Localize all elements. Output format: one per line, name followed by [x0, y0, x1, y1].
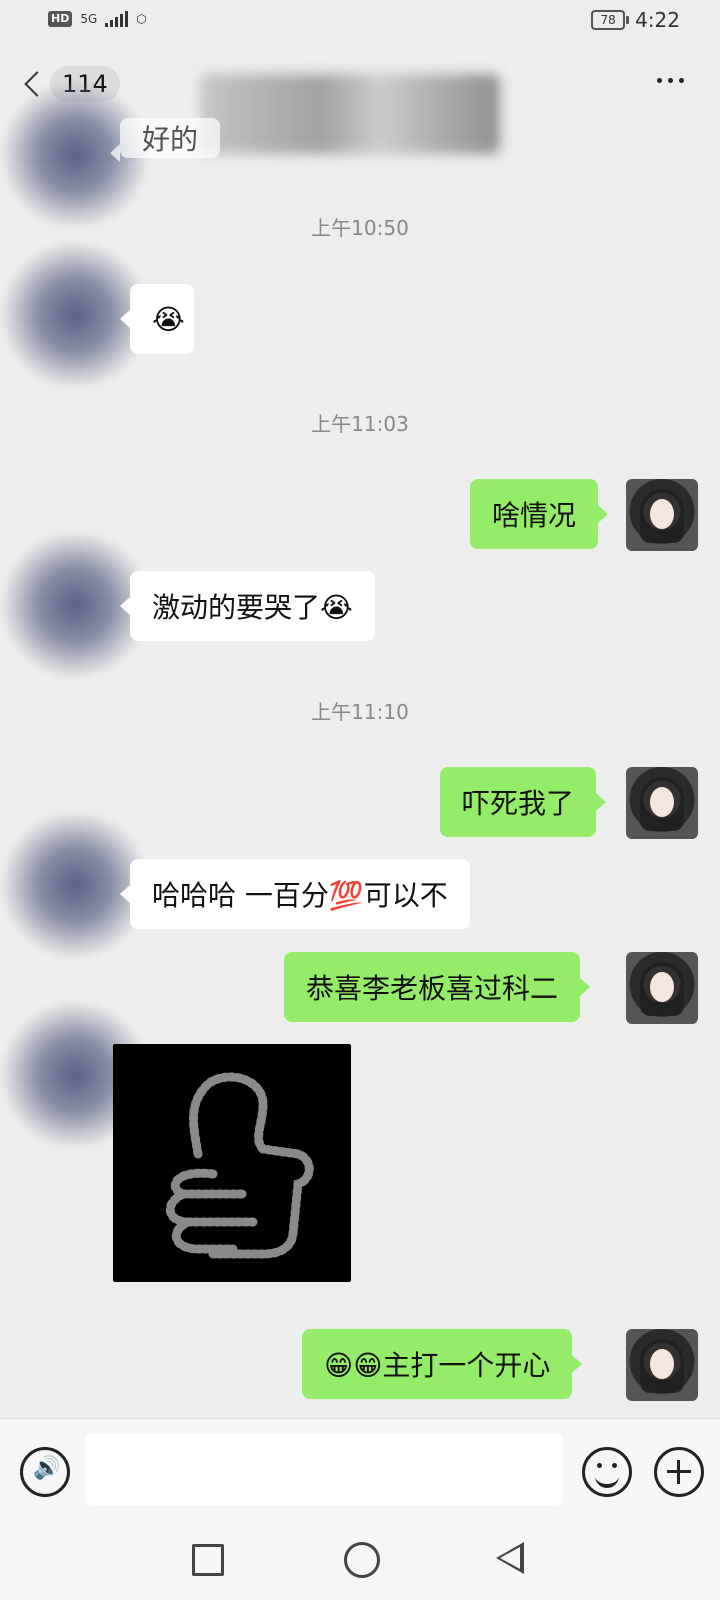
- more-functions-button[interactable]: [654, 1447, 704, 1497]
- smiley-eye: [612, 1463, 617, 1468]
- my-avatar[interactable]: [626, 1329, 698, 1401]
- hotspot-icon: ⬡: [136, 12, 147, 26]
- message-in[interactable]: 激动的要哭了😭: [120, 571, 375, 641]
- thumbs-up-icon: [166, 1072, 314, 1259]
- message-in-partial[interactable]: 好的: [109, 118, 221, 162]
- home-button[interactable]: [344, 1542, 380, 1578]
- battery-level: 78: [600, 13, 616, 27]
- recent-apps-button[interactable]: [192, 1544, 224, 1576]
- status-left: HD 5G ⬡: [48, 11, 147, 27]
- crying-emoji-icon: 😭: [152, 302, 185, 336]
- signal-icon: [105, 11, 129, 27]
- message-text: 恭喜李老板喜过科二: [306, 972, 559, 1005]
- dot-icon: [679, 78, 684, 83]
- input-bar: 🔊: [0, 1418, 720, 1529]
- system-back-button[interactable]: [496, 1542, 524, 1574]
- dot-icon: [668, 78, 673, 83]
- emoji-button[interactable]: [582, 1447, 632, 1497]
- message-text: 吓死我了: [462, 787, 575, 820]
- message-out[interactable]: 吓死我了: [440, 767, 607, 837]
- battery-icon: 78: [591, 10, 630, 30]
- network-type: 5G: [80, 12, 98, 26]
- smiley-mouth: [595, 1472, 619, 1488]
- message-out[interactable]: 恭喜李老板喜过科二: [284, 952, 591, 1022]
- timestamp: 上午11:10: [311, 700, 409, 724]
- smiley-eye: [597, 1463, 602, 1468]
- more-options-button[interactable]: [657, 78, 684, 83]
- thumbs-up-sticker[interactable]: [113, 1044, 351, 1282]
- message-out[interactable]: 😁😁主打一个开心: [302, 1329, 583, 1399]
- voice-icon: 🔊: [33, 1456, 61, 1481]
- my-avatar[interactable]: [626, 952, 698, 1024]
- message-input[interactable]: [86, 1433, 562, 1505]
- avatar-face: [650, 499, 674, 529]
- clock: 4:22: [635, 8, 680, 32]
- voice-input-button[interactable]: 🔊: [20, 1447, 70, 1497]
- hd-badge: HD: [48, 11, 73, 27]
- system-navigation-bar: [0, 1528, 720, 1600]
- my-avatar[interactable]: [626, 479, 698, 551]
- status-right: 78 4:22: [591, 8, 680, 32]
- avatar-face: [650, 972, 674, 1002]
- message-text: 啥情况: [492, 499, 577, 532]
- dot-icon: [657, 78, 662, 83]
- timestamp: 上午10:50: [311, 216, 409, 240]
- message-text: 好的: [142, 123, 199, 156]
- message-in[interactable]: 哈哈哈 一百分💯可以不: [120, 859, 470, 929]
- message-text: 哈哈哈 一百分💯可以不: [152, 879, 448, 912]
- message-in-emoji[interactable]: 😭: [120, 284, 194, 354]
- message-list[interactable]: 好的 上午10:50 😭 上午11:03 啥情况 激动的要哭了😭 上午11:10…: [0, 80, 720, 1420]
- avatar-face: [650, 1349, 674, 1379]
- timestamp: 上午11:03: [311, 412, 409, 436]
- avatar-face: [650, 787, 674, 817]
- message-text: 😁😁主打一个开心: [324, 1349, 551, 1382]
- message-out[interactable]: 啥情况: [470, 479, 609, 549]
- status-bar: HD 5G ⬡ 78 4:22: [0, 0, 720, 44]
- message-text: 激动的要哭了😭: [152, 591, 353, 624]
- my-avatar[interactable]: [626, 767, 698, 839]
